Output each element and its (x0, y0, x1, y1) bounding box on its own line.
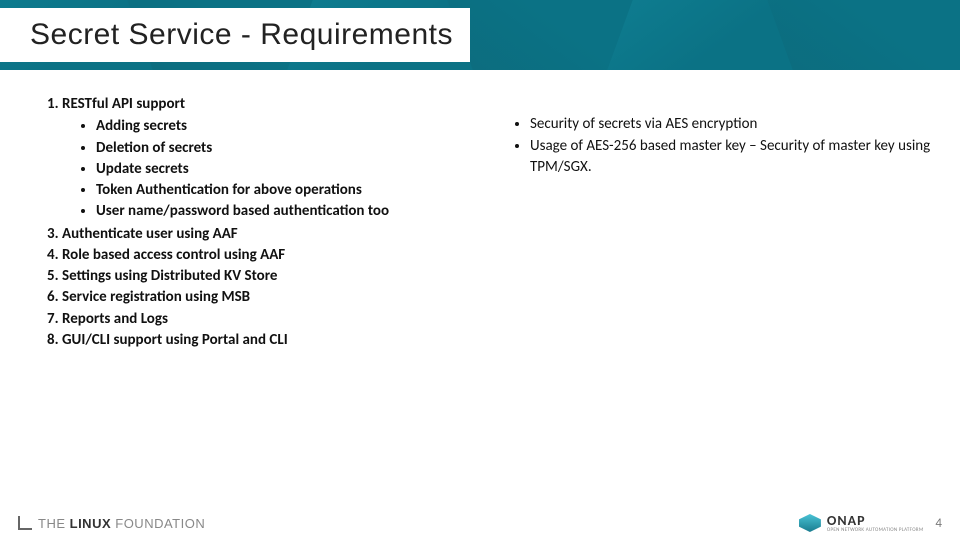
onap-logo: ONAP OPEN NETWORK AUTOMATION PLATFORM (799, 514, 924, 533)
list-item: Service registration using MSB (62, 287, 500, 307)
lf-name: LINUX (70, 516, 112, 531)
lf-suffix: FOUNDATION (115, 516, 205, 531)
slide-footer: THE LINUX FOUNDATION ONAP OPEN NETWORK A… (0, 506, 960, 540)
linux-foundation-logo: THE LINUX FOUNDATION (18, 516, 205, 531)
linux-foundation-text: THE LINUX FOUNDATION (38, 516, 205, 531)
sub-list-item: Adding secrets (96, 116, 500, 136)
slide-header: Secret Service - Requirements (0, 0, 960, 70)
list-item: Settings using Distributed KV Store (62, 266, 500, 286)
title-container: Secret Service - Requirements (0, 8, 470, 62)
linux-foundation-icon (18, 516, 32, 530)
list-label: RESTful API support (62, 95, 185, 113)
sub-list: Adding secrets Deletion of secrets Updat… (62, 116, 500, 221)
bullet-item: Usage of AES-256 based master key – Secu… (530, 136, 942, 177)
onap-text: ONAP OPEN NETWORK AUTOMATION PLATFORM (827, 514, 924, 533)
sub-list-item: Update secrets (96, 159, 500, 179)
page-number: 4 (935, 516, 942, 531)
list-item: GUI/CLI support using Portal and CLI (62, 330, 500, 350)
list-item: RESTful API support Adding secrets Delet… (62, 94, 500, 222)
lf-the: THE (38, 516, 66, 531)
list-item: Authenticate user using AAF (62, 224, 500, 244)
onap-name: ONAP (827, 514, 924, 528)
sub-list-item: User name/password based authentication … (96, 201, 500, 221)
footer-right: ONAP OPEN NETWORK AUTOMATION PLATFORM 4 (799, 514, 942, 533)
bullet-list: Security of secrets via AES encryption U… (500, 114, 942, 177)
bullet-item: Security of secrets via AES encryption (530, 114, 942, 134)
sub-list-item: Token Authentication for above operation… (96, 180, 500, 200)
numbered-list: RESTful API support Adding secrets Delet… (40, 94, 500, 350)
slide-content: RESTful API support Adding secrets Delet… (0, 70, 960, 351)
left-column: RESTful API support Adding secrets Delet… (40, 94, 500, 351)
header-pattern (767, 0, 960, 70)
onap-subtitle: OPEN NETWORK AUTOMATION PLATFORM (827, 528, 924, 533)
sub-list-item: Deletion of secrets (96, 138, 500, 158)
list-item: Reports and Logs (62, 309, 500, 329)
onap-icon (799, 514, 821, 532)
slide-title: Secret Service - Requirements (30, 18, 453, 52)
right-column: Security of secrets via AES encryption U… (500, 94, 942, 351)
list-item: Role based access control using AAF (62, 245, 500, 265)
